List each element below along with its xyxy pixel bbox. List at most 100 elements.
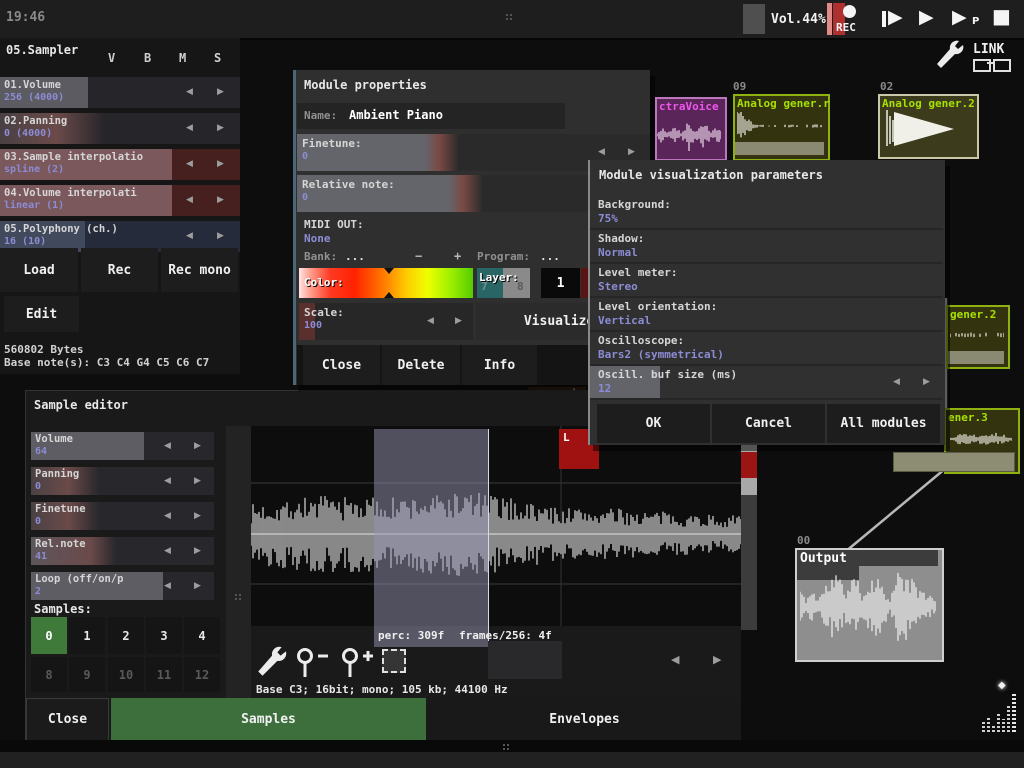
sample-slot-8[interactable]: 8 (31, 657, 67, 692)
envelopes-tab-button[interactable]: Envelopes (428, 698, 741, 741)
viz-row-background[interactable]: Background: 75% (590, 196, 943, 230)
sample-slot-4[interactable]: 4 (184, 617, 220, 654)
stop-button[interactable]: ■ (992, 4, 1011, 28)
arrow-left-icon[interactable]: ◀ (186, 160, 193, 169)
play-pattern-button[interactable]: ▶ P (952, 6, 986, 32)
sample-slot-0[interactable]: 0 (31, 617, 67, 654)
bank-minus-button[interactable]: − (415, 249, 422, 263)
sample-slot-10[interactable]: 10 (108, 657, 144, 692)
controller-row-panning[interactable]: 02.Panning 0 (4000) ◀ ▶ (0, 113, 240, 144)
arrow-left-icon[interactable]: ◀ (893, 378, 900, 387)
drag-handle-strip[interactable] (235, 594, 237, 596)
module-spectravoice[interactable]: ctraVoice (655, 97, 727, 161)
volume-knob[interactable] (743, 4, 765, 34)
play-from-start-button[interactable]: ▶ (880, 6, 912, 32)
arrow-left-icon[interactable]: ◀ (164, 582, 171, 591)
editor-divider-strip[interactable] (226, 426, 251, 731)
wrench-tool-icon[interactable] (254, 646, 288, 680)
rec-mono-button[interactable]: Rec mono (161, 248, 238, 292)
drag-handle-bottom[interactable] (503, 744, 505, 746)
controller-row-sample-interp[interactable]: 03.Sample interpolatio spline (2) ◀ ▶ (0, 149, 240, 180)
viz-row-buf-size[interactable]: Oscill. buf size (ms) 12 ◀ ▶ (590, 366, 943, 400)
arrow-left-icon[interactable]: ◀ (186, 232, 193, 241)
arrow-left-icon[interactable]: ◀ (164, 442, 171, 451)
name-field[interactable]: Name: Ambient Piano (297, 103, 565, 129)
all-modules-button[interactable]: All modules (827, 404, 940, 443)
arrow-left-icon[interactable]: ◀ (164, 512, 171, 521)
sample-slot-1[interactable]: 1 (69, 617, 105, 654)
sample-slot-2[interactable]: 2 (108, 617, 144, 654)
viz-row-oscilloscope[interactable]: Oscilloscope: Bars2 (symmetrical) (590, 332, 943, 366)
cancel-button[interactable]: Cancel (712, 404, 825, 443)
drag-handle-top[interactable] (506, 14, 508, 16)
arrow-right-icon[interactable]: ▶ (194, 477, 201, 486)
toolbar-extra-box[interactable] (488, 641, 562, 679)
delete-button[interactable]: Delete (382, 345, 460, 385)
sample-ctl-finetune[interactable]: Finetune 0 ◀ ▶ (31, 502, 214, 530)
arrow-left-icon[interactable]: ◀ (186, 124, 193, 133)
arrow-left-icon[interactable]: ◀ (186, 196, 193, 205)
sample-ctl-loop[interactable]: Loop (off/on/p 2 ◀ ▶ (31, 572, 214, 600)
arrow-right-icon[interactable]: ▶ (217, 124, 224, 133)
zoom-in-tool-icon[interactable] (339, 647, 379, 681)
viz-row-level-orientation[interactable]: Level orientation: Vertical (590, 298, 943, 332)
samples-tab-button[interactable]: Samples (111, 698, 426, 741)
arrow-left-icon[interactable]: ◀ (427, 317, 434, 326)
info-button[interactable]: Info (462, 345, 537, 385)
arrow-left-icon[interactable]: ◀ (164, 547, 171, 556)
main-menu-button[interactable]: LINK (933, 40, 1023, 74)
sample-ctl-relnote[interactable]: Rel.note 41 ◀ ▶ (31, 537, 214, 565)
layer-selected-box[interactable]: 1 (541, 268, 580, 298)
arrow-right-icon[interactable]: ▶ (194, 582, 201, 591)
controller-row-volume-interp[interactable]: 04.Volume interpolati linear (1) ◀ ▶ (0, 185, 240, 216)
viz-row-level-meter[interactable]: Level meter: Stereo (590, 264, 943, 298)
sample-ctl-volume[interactable]: Volume 64 ◀ ▶ (31, 432, 214, 460)
scale-slider[interactable]: Scale: 100 ◀ ▶ (299, 303, 473, 340)
module-analog-gener-r[interactable]: Analog gener.r (733, 94, 830, 161)
column-s-button[interactable]: S (214, 51, 221, 65)
sample-slot-3[interactable]: 3 (146, 617, 182, 654)
edit-button[interactable]: Edit (4, 296, 79, 332)
sample-slot-12[interactable]: 12 (184, 657, 220, 692)
arrow-right-icon[interactable]: ▶ (217, 232, 224, 241)
arrow-left-icon[interactable]: ◀ (164, 477, 171, 486)
arrow-right-icon[interactable]: ▶ (194, 442, 201, 451)
rec-sample-button[interactable]: Rec (81, 248, 158, 292)
sample-slot-11[interactable]: 11 (146, 657, 182, 692)
module-gener-2b[interactable]: gener.2 (946, 305, 1010, 369)
arrow-left-icon[interactable]: ◀ (186, 88, 193, 97)
play-button[interactable]: ▶ (919, 6, 934, 28)
arrow-right-icon[interactable]: ▶ (217, 160, 224, 169)
volume-label[interactable]: Vol.44% (771, 12, 826, 27)
column-m-button[interactable]: M (179, 51, 186, 65)
viz-row-shadow[interactable]: Shadow: Normal (590, 230, 943, 264)
arrow-left-icon[interactable]: ◀ (671, 654, 679, 665)
column-v-button[interactable]: V (108, 51, 115, 65)
load-button[interactable]: Load (0, 248, 78, 292)
level-meter-icon[interactable]: ◆ (982, 688, 1020, 732)
module-output[interactable]: Output (795, 548, 944, 662)
waveform-selection[interactable] (374, 429, 489, 647)
arrow-right-icon[interactable]: ▶ (217, 88, 224, 97)
module-analog-gener-2[interactable]: Analog gener.2 (878, 94, 979, 159)
arrow-right-icon[interactable]: ▶ (194, 512, 201, 521)
arrow-right-icon[interactable]: ▶ (455, 317, 462, 326)
zoom-out-tool-icon[interactable] (294, 647, 334, 681)
selection-tool-icon[interactable] (382, 649, 406, 673)
ok-button[interactable]: OK (597, 404, 710, 443)
bank-plus-button[interactable]: + (454, 249, 461, 263)
controller-row-volume[interactable]: 01.Volume 256 (4000) ◀ ▶ (0, 77, 240, 108)
arrow-right-icon[interactable]: ▶ (217, 196, 224, 205)
color-picker-bar[interactable]: Color: (299, 268, 473, 298)
arrow-right-icon[interactable]: ▶ (628, 148, 635, 157)
close-editor-button[interactable]: Close (26, 698, 109, 741)
arrow-left-icon[interactable]: ◀ (598, 148, 605, 157)
close-button[interactable]: Close (303, 345, 380, 385)
waveform-display[interactable] (251, 426, 741, 626)
arrow-right-icon[interactable]: ▶ (194, 547, 201, 556)
sample-slot-9[interactable]: 9 (69, 657, 105, 692)
column-b-button[interactable]: B (144, 51, 151, 65)
arrow-right-icon[interactable]: ▶ (923, 378, 930, 387)
sample-ctl-panning[interactable]: Panning 0 ◀ ▶ (31, 467, 214, 495)
rec-button[interactable]: REC (832, 2, 866, 36)
